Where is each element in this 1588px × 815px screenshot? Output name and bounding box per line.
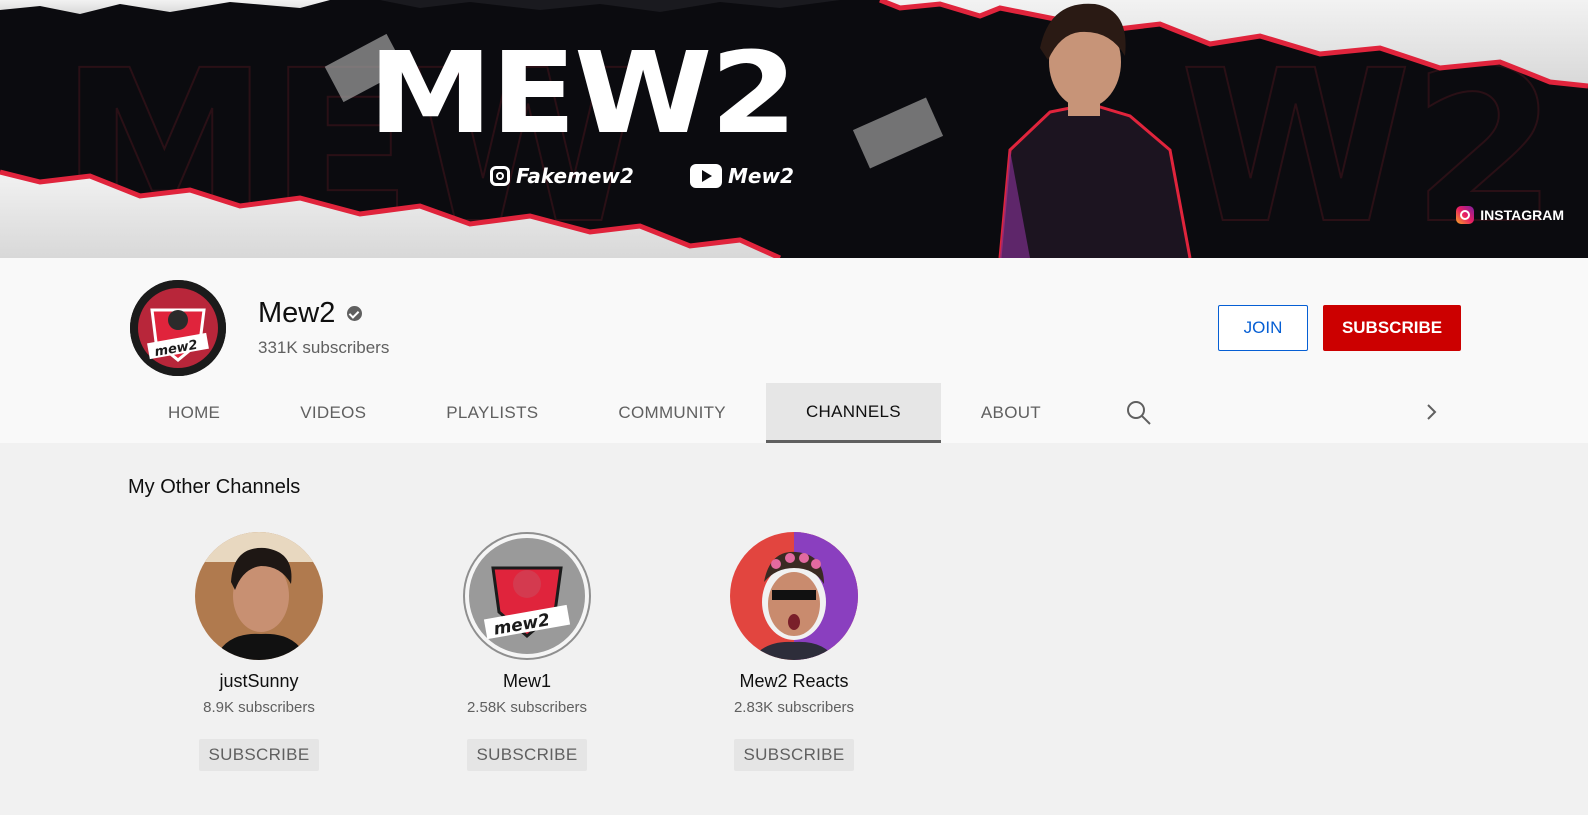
channel-thumbnail[interactable]	[195, 532, 323, 660]
channel-card: Mew2 Reacts 2.83K subscribers SUBSCRIBE	[694, 532, 894, 771]
person-avatar-icon	[730, 532, 858, 660]
banner-youtube-text: Mew2	[728, 164, 794, 188]
channel-name: Mew2	[258, 297, 336, 329]
banner-title: MEW2	[368, 29, 797, 159]
banner-instagram-link[interactable]: INSTAGRAM	[1456, 204, 1564, 226]
tab-about[interactable]: ABOUT	[941, 383, 1081, 443]
channel-title: Mew2	[258, 296, 363, 330]
tab-home[interactable]: HOME	[128, 383, 260, 443]
mew2-logo-icon: mew2	[130, 280, 226, 376]
tab-videos[interactable]: VIDEOS	[260, 383, 406, 443]
banner-instagram-handle: Fakemew2	[490, 163, 634, 189]
youtube-icon	[690, 164, 722, 188]
channel-avatar[interactable]: mew2	[130, 280, 226, 376]
channel-card-name[interactable]: Mew1	[427, 670, 627, 692]
section-title: My Other Channels	[128, 476, 301, 498]
channel-card-subscribe-button[interactable]: SUBSCRIBE	[733, 739, 855, 771]
person-avatar-icon	[195, 532, 323, 660]
instagram-icon	[490, 166, 510, 186]
channel-subscriber-count: 331K subscribers	[258, 338, 390, 357]
tab-community[interactable]: COMMUNITY	[578, 383, 766, 443]
join-button[interactable]: JOIN	[1218, 305, 1308, 351]
channel-card: mew2 Mew1 2.58K subscribers SUBSCRIBE	[427, 532, 627, 771]
subscribe-button[interactable]: SUBSCRIBE	[1323, 305, 1461, 351]
mew2-logo-icon: mew2	[463, 532, 591, 660]
channel-card-name[interactable]: Mew2 Reacts	[694, 670, 894, 692]
instagram-icon	[1456, 206, 1475, 224]
banner-youtube-handle: Mew2	[690, 163, 794, 189]
chevron-right-icon[interactable]	[1420, 398, 1444, 426]
channel-card-subscribers: 2.58K subscribers	[466, 699, 588, 716]
channel-card-subscribe-button[interactable]: SUBSCRIBE	[198, 739, 320, 771]
tab-playlists[interactable]: PLAYLISTS	[406, 383, 578, 443]
channel-card-subscribers: 8.9K subscribers	[203, 699, 315, 716]
channel-banner: MEW W2 MEW2 Fakemew2 Mew2 INSTAGRAM	[0, 0, 1588, 258]
channel-thumbnail[interactable]	[730, 532, 858, 660]
search-icon[interactable]	[1124, 398, 1154, 428]
banner-link-label: INSTAGRAM	[1480, 207, 1564, 223]
tab-channels[interactable]: CHANNELS	[765, 383, 941, 443]
channel-card: justSunny 8.9K subscribers SUBSCRIBE	[159, 532, 359, 771]
verified-check-icon	[347, 305, 363, 321]
channel-card-name[interactable]: justSunny	[159, 670, 359, 692]
banner-instagram-text: Fakemew2	[516, 164, 634, 188]
channel-tabs: HOME VIDEOS PLAYLISTS COMMUNITY CHANNELS…	[128, 383, 1081, 443]
channel-card-subscribe-button[interactable]: SUBSCRIBE	[466, 739, 588, 771]
channel-card-subscribers: 2.83K subscribers	[733, 699, 855, 716]
channel-thumbnail[interactable]: mew2	[463, 532, 591, 660]
